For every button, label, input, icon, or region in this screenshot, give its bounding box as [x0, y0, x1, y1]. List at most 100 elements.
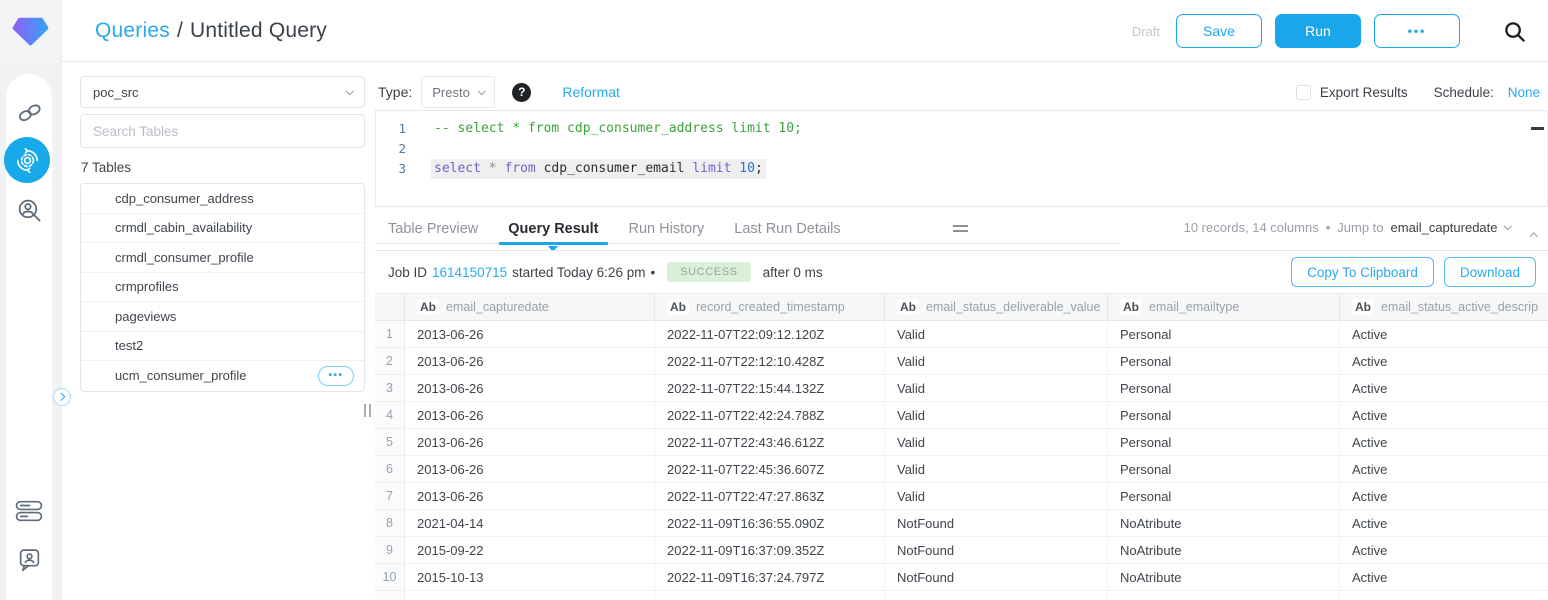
more-actions-button[interactable]: ••• [1374, 14, 1460, 48]
data-cell[interactable]: Personal [1108, 456, 1340, 482]
data-cell[interactable]: Valid [885, 375, 1108, 401]
data-cell[interactable]: Valid [885, 348, 1108, 374]
table-list-item[interactable]: ucm_consumer_profile••• [81, 361, 364, 391]
tab-last-run-details[interactable]: Last Run Details [734, 214, 840, 243]
data-cell[interactable]: 2022-11-09T16:37:09.352Z [655, 537, 885, 563]
data-cell[interactable]: NotFound [885, 564, 1108, 590]
data-cell[interactable]: 2022-11-07T22:45:36.607Z [655, 456, 885, 482]
pane-resize-handle[interactable] [953, 225, 968, 232]
data-cell[interactable]: 2022-11-09T16:37:24.797Z [655, 564, 885, 590]
data-cell[interactable]: NoAtribute [1108, 564, 1340, 590]
data-cell[interactable]: NoAtribute [1108, 510, 1340, 536]
column-header-email_status_deliverable_value[interactable]: Abemail_status_deliverable_value [885, 294, 1108, 320]
column-header-email_status_active_descrip[interactable]: Abemail_status_active_descrip [1340, 294, 1548, 320]
data-cell[interactable]: Valid [885, 321, 1108, 347]
global-search-button[interactable] [1503, 20, 1526, 43]
tab-query-result[interactable]: Query Result [508, 214, 598, 243]
nav-item-integrations[interactable] [15, 98, 43, 126]
data-cell[interactable]: Active [1340, 510, 1548, 536]
column-header-record_created_timestamp[interactable]: Abrecord_created_timestamp [655, 294, 885, 320]
collapse-results-button[interactable] [1529, 233, 1537, 241]
jump-to-column-selector[interactable]: email_capturedate [1391, 220, 1498, 235]
tab-run-history[interactable]: Run History [629, 214, 705, 243]
table-list-item[interactable]: crmdl_cabin_availability [81, 214, 364, 244]
download-button[interactable]: Download [1444, 257, 1536, 287]
data-cell[interactable]: 2013-06-26 [405, 483, 655, 509]
data-cell[interactable]: 2022-11-07T22:43:46.612Z [655, 429, 885, 455]
data-cell[interactable]: Personal [1108, 375, 1340, 401]
code-line[interactable]: 1-- select * from cdp_consumer_address l… [376, 119, 1547, 139]
segments-icon [15, 500, 44, 523]
column-header-email_emailtype[interactable]: Abemail_emailtype [1108, 294, 1340, 320]
expand-panel-button[interactable] [53, 388, 71, 406]
data-cell[interactable]: Valid [885, 456, 1108, 482]
data-cell[interactable]: 2022-11-07T22:47:27.863Z [655, 483, 885, 509]
table-list-item[interactable]: crmprofiles [81, 273, 364, 303]
column-header-email_capturedate[interactable]: Abemail_capturedate [405, 294, 655, 320]
nav-item-audience[interactable] [15, 196, 43, 224]
search-tables-input[interactable] [80, 114, 365, 148]
data-cell[interactable]: Active [1340, 321, 1548, 347]
data-cell[interactable]: 2022-11-07T22:09:12.120Z [655, 321, 885, 347]
table-list-item[interactable]: test2 [81, 332, 364, 362]
data-cell[interactable]: NotFound [885, 537, 1108, 563]
data-cell[interactable]: Active [1340, 483, 1548, 509]
data-cell[interactable]: 2013-06-26 [405, 402, 655, 428]
breadcrumb-queries-link[interactable]: Queries [95, 19, 170, 43]
panel-resize-handle[interactable] [364, 404, 371, 417]
data-cell[interactable]: 2015-10-13 [405, 564, 655, 590]
run-button[interactable]: Run [1275, 14, 1361, 48]
data-cell[interactable]: 2015-09-22 [405, 537, 655, 563]
data-cell[interactable]: 2013-06-26 [405, 456, 655, 482]
data-cell[interactable]: 2013-06-26 [405, 348, 655, 374]
database-selector[interactable]: poc_src [80, 76, 365, 108]
code-line[interactable]: 2 [376, 139, 1547, 159]
table-more-button[interactable]: ••• [318, 366, 354, 386]
nav-item-data-workbench-active[interactable] [4, 137, 50, 183]
data-cell[interactable]: 2013-06-26 [405, 429, 655, 455]
table-list-item[interactable]: crmdl_consumer_profile [81, 243, 364, 273]
reformat-link[interactable]: Reformat [562, 84, 620, 100]
row-number-cell: 2 [375, 348, 405, 374]
data-cell[interactable]: NotFound [885, 510, 1108, 536]
tab-table-preview[interactable]: Table Preview [388, 214, 478, 243]
code-line[interactable]: 3select * from cdp_consumer_email limit … [376, 159, 1547, 179]
table-list-item[interactable]: cdp_consumer_address [81, 184, 364, 214]
data-cell[interactable]: Valid [885, 483, 1108, 509]
data-cell[interactable]: Valid [885, 402, 1108, 428]
data-cell[interactable]: Personal [1108, 348, 1340, 374]
data-cell[interactable]: Personal [1108, 321, 1340, 347]
data-cell[interactable]: Active [1340, 537, 1548, 563]
query-type-selector[interactable]: Presto [421, 76, 495, 108]
nav-item-support[interactable] [15, 546, 43, 574]
data-cell[interactable]: Active [1340, 564, 1548, 590]
nav-item-segments[interactable] [15, 497, 43, 525]
table-list-item[interactable]: pageviews [81, 302, 364, 332]
data-cell[interactable]: 2022-11-07T22:15:44.132Z [655, 375, 885, 401]
data-cell[interactable]: 2013-06-26 [405, 321, 655, 347]
data-cell[interactable]: Active [1340, 429, 1548, 455]
data-cell[interactable]: Active [1340, 375, 1548, 401]
data-cell[interactable]: 2022-11-09T16:36:55.090Z [655, 510, 885, 536]
app-logo[interactable] [0, 0, 62, 62]
schedule-value-link[interactable]: None [1508, 85, 1540, 100]
export-results-checkbox[interactable] [1296, 85, 1311, 100]
data-cell[interactable]: Personal [1108, 429, 1340, 455]
data-cell[interactable]: 2022-11-07T22:42:24.788Z [655, 402, 885, 428]
data-cell[interactable]: 2013-06-26 [405, 375, 655, 401]
data-cell[interactable]: 2022-11-07T22:12:10.428Z [655, 348, 885, 374]
copy-to-clipboard-button[interactable]: Copy To Clipboard [1291, 257, 1434, 287]
data-cell[interactable]: Personal [1108, 402, 1340, 428]
editor-scrollbar-thumb[interactable] [1531, 127, 1544, 130]
data-cell[interactable]: 2021-04-14 [405, 510, 655, 536]
save-button[interactable]: Save [1176, 14, 1262, 48]
data-cell[interactable]: Personal [1108, 483, 1340, 509]
sql-editor[interactable]: 1-- select * from cdp_consumer_address l… [375, 110, 1548, 207]
help-button[interactable]: ? [512, 83, 531, 102]
data-cell[interactable]: NoAtribute [1108, 537, 1340, 563]
data-cell[interactable]: Active [1340, 402, 1548, 428]
data-cell[interactable]: Active [1340, 456, 1548, 482]
data-cell[interactable]: Active [1340, 348, 1548, 374]
job-id-link[interactable]: 1614150715 [432, 265, 507, 280]
data-cell[interactable]: Valid [885, 429, 1108, 455]
